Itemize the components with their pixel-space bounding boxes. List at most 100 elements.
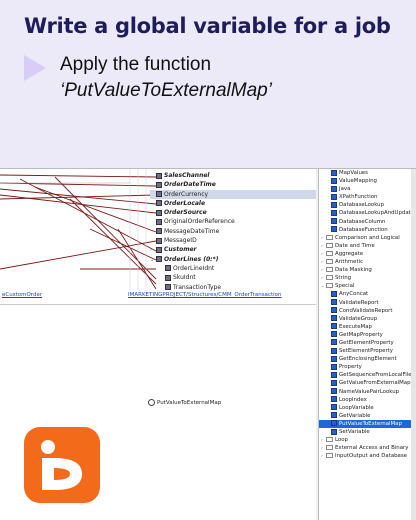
app-logo — [24, 427, 100, 503]
function-list-label: DatabaseLookupAndUpdate — [339, 210, 415, 217]
tree-row[interactable]: OrderCurrency — [150, 189, 316, 199]
function-list-label: Java — [339, 186, 351, 193]
target-structure-link[interactable]: IMARKETINGPROJECT/Structures/CMM_OrderTr… — [128, 292, 282, 298]
tree-row[interactable]: OrderLineIdnt — [150, 264, 316, 273]
function-list-item[interactable]: DatabaseFunction — [319, 226, 416, 234]
tree-row[interactable]: OriginalOrderReference — [150, 217, 316, 226]
tree-row[interactable]: ⌄ OrderLines (0:*) — [150, 255, 316, 264]
function-list-item[interactable]: › Aggregate — [319, 250, 416, 258]
function-icon — [331, 363, 337, 370]
function-list-item[interactable]: Java — [319, 185, 416, 193]
function-list-label: DatabaseFunction — [339, 226, 388, 233]
function-icon — [331, 169, 337, 176]
function-list-label: External Access and Binary — [335, 445, 409, 452]
function-list-item[interactable]: › InputOutput and Database — [319, 452, 416, 460]
function-icon — [331, 339, 337, 346]
function-list-item[interactable]: NameValuePairLookup — [319, 388, 416, 396]
element-icon — [165, 265, 171, 272]
function-list-item[interactable]: GetElementProperty — [319, 339, 416, 347]
element-icon — [156, 209, 162, 216]
function-list-item[interactable]: GetEnclosingElement — [319, 355, 416, 363]
function-list-item[interactable]: ValidateGroup — [319, 315, 416, 323]
function-node-label: PutValueToExternalMap — [157, 400, 222, 406]
function-list-item[interactable]: SetElementProperty — [319, 347, 416, 355]
function-list-item[interactable]: Property — [319, 363, 416, 371]
target-structure-tree: SalesChannel OrderDateTime OrderCurrency Or… — [150, 171, 316, 291]
function-list-label: MapValues — [339, 170, 368, 176]
tree-row-label: OrderLineIdnt — [173, 264, 215, 272]
function-list-item[interactable]: › Date and Time — [319, 242, 416, 250]
function-list-item[interactable]: ValidateReport — [319, 299, 416, 307]
function-list-item[interactable]: ⌄ Special — [319, 282, 416, 290]
tree-row-label: OriginalOrderReference — [164, 218, 235, 226]
function-list-item[interactable]: GetMapProperty — [319, 331, 416, 339]
tree-row[interactable]: OrderLocale — [150, 199, 316, 208]
folder-icon — [326, 275, 333, 281]
function-list-label: GetElementProperty — [339, 339, 394, 346]
folder-icon — [326, 283, 333, 289]
function-list-label: Data Masking — [335, 267, 372, 274]
function-icon — [331, 396, 337, 403]
function-node[interactable]: PutValueToExternalMap — [148, 399, 221, 406]
tree-row[interactable]: › Customer — [150, 245, 316, 254]
function-list-label: GetEnclosingElement — [339, 356, 397, 363]
tree-row[interactable]: OrderDateTime — [150, 180, 316, 189]
tree-row[interactable]: OrderSource — [150, 208, 316, 217]
folder-icon — [326, 250, 333, 256]
function-list-item[interactable]: MapValues — [319, 169, 416, 177]
mapper-area: SalesChannel OrderDateTime OrderCurrency Or… — [0, 169, 316, 291]
tree-row-label: SkuIdnt — [173, 274, 196, 282]
function-list-item[interactable]: AnyConcat — [319, 290, 416, 298]
function-list-item[interactable]: › Arithmetic — [319, 258, 416, 266]
function-list-item[interactable]: ValueMapping — [319, 177, 416, 185]
function-list-item[interactable]: › Data Masking — [319, 266, 416, 274]
function-icon — [331, 177, 337, 184]
function-list-label: Comparison and Logical — [335, 234, 400, 241]
source-structure-link[interactable]: eCustomOrder — [2, 292, 42, 298]
tree-row[interactable]: SalesChannel — [150, 171, 316, 180]
function-list-item[interactable]: GetVariable — [319, 412, 416, 420]
tree-row-label: OrderCurrency — [164, 190, 209, 198]
function-icon — [331, 428, 337, 435]
function-list-label: Arithmetic — [335, 259, 364, 266]
function-list-item[interactable]: XPathFunction — [319, 193, 416, 201]
function-list-label: ValueMapping — [339, 178, 377, 185]
function-list-item[interactable]: GetValueFromExternalMap — [319, 379, 416, 387]
tree-row[interactable]: MessageDateTime — [150, 227, 316, 236]
function-list-item[interactable]: › Comparison and Logical — [319, 234, 416, 242]
mapping-canvas: SalesChannel OrderDateTime OrderCurrency Or… — [0, 169, 316, 520]
function-list-item[interactable]: LoopVariable — [319, 404, 416, 412]
function-list-item[interactable]: DatabaseLookup — [319, 201, 416, 209]
function-list-item[interactable]: ExecuteMap — [319, 323, 416, 331]
tree-row[interactable]: MessageID — [150, 236, 316, 245]
element-icon — [156, 256, 162, 263]
tree-row-label: Customer — [164, 246, 197, 254]
tree-row-label: OrderDateTime — [164, 181, 216, 189]
function-icon — [331, 331, 337, 338]
function-icon — [331, 323, 337, 330]
function-list-item[interactable]: › String — [319, 274, 416, 282]
function-list-item[interactable]: DatabaseColumn — [319, 218, 416, 226]
function-icon — [331, 420, 337, 427]
function-list-item[interactable]: PutValueToExternalMap — [319, 419, 416, 428]
tree-row[interactable]: TransactionType — [150, 283, 316, 291]
function-list-item[interactable]: › External Access and Binary — [319, 444, 416, 452]
function-list-item[interactable]: › Loop — [319, 436, 416, 444]
panel-scrollbar[interactable] — [411, 169, 416, 520]
subtitle-line-1: Apply the function — [60, 54, 212, 75]
function-list-item[interactable]: GetSequenceFromLocalFile — [319, 371, 416, 379]
function-list-item[interactable]: SetVariable — [319, 428, 416, 436]
function-list-label: Aggregate — [335, 250, 364, 257]
function-icon — [331, 355, 337, 362]
tree-row[interactable]: SkuIdnt — [150, 273, 316, 282]
function-list-label: LoopVariable — [339, 404, 374, 411]
folder-icon — [326, 445, 333, 451]
tree-row-label: SalesChannel — [164, 172, 210, 179]
function-list-item[interactable]: DatabaseLookupAndUpdate — [319, 209, 416, 217]
function-list-item[interactable]: CondValidateReport — [319, 307, 416, 315]
function-list-label: NameValuePairLookup — [339, 388, 400, 395]
folder-icon — [326, 242, 333, 248]
play-icon — [24, 55, 46, 81]
function-list-item[interactable]: LoopIndex — [319, 396, 416, 404]
function-list-label: ExecuteMap — [339, 323, 372, 330]
